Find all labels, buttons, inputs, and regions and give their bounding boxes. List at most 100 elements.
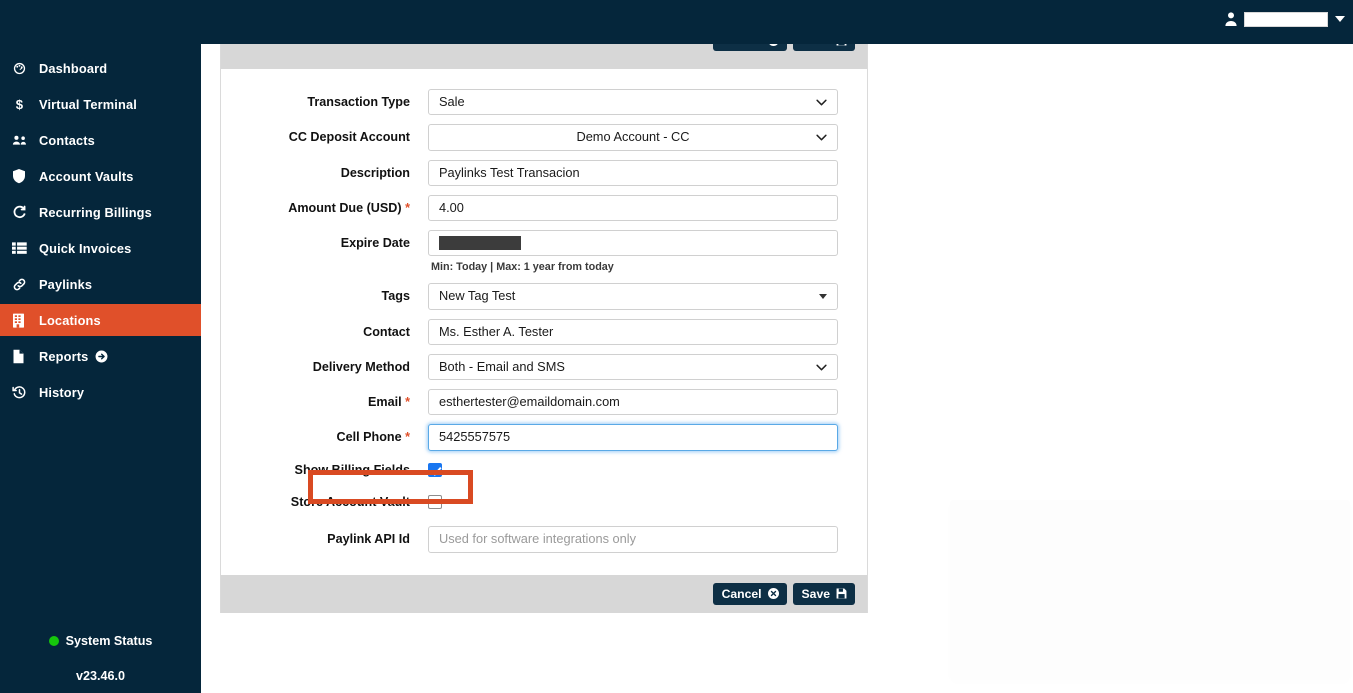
sidebar-item-locations[interactable]: Locations [0, 304, 201, 336]
field-row-cc-deposit-account: CC Deposit Account Demo Account - CC [221, 124, 867, 151]
sidebar-item-paylinks[interactable]: Paylinks [0, 268, 201, 300]
amount-due-field: 4.00 [428, 195, 838, 221]
transaction-type-field: Sale [428, 89, 838, 115]
system-status-label: System Status [65, 634, 153, 648]
background-overlay-artifact [950, 500, 1350, 680]
sidebar-item-account-vaults[interactable]: Account Vaults [0, 160, 201, 192]
sidebar-item-label: Contacts [39, 132, 95, 148]
account-selector-box[interactable] [1244, 11, 1328, 27]
sidebar-item-label: Dashboard [39, 60, 108, 76]
show-billing-fields-field [428, 460, 838, 478]
expire-date-hint: Min: Today | Max: 1 year from today [431, 261, 614, 273]
sidebar-footer: System Status v23.46.0 [0, 634, 201, 693]
contact-input[interactable]: Ms. Esther A. Tester [428, 319, 838, 345]
show-billing-fields-checkbox[interactable] [428, 463, 442, 478]
redacted-value-box [439, 236, 521, 250]
description-value: Paylinks Test Transacion [439, 164, 580, 180]
transaction-type-value: Sale [439, 93, 465, 109]
sidebar-item-label: Virtual Terminal [39, 96, 137, 112]
sidebar-item-label: Reports [39, 348, 89, 364]
cancel-button-bottom-label: Cancel [721, 586, 762, 601]
sidebar-item-label: Account Vaults [39, 168, 134, 184]
amount-due-label: Amount Due (USD) * [221, 195, 428, 221]
required-asterisk: * [405, 395, 410, 409]
sidebar-item-label: Quick Invoices [39, 240, 132, 256]
paylink-api-id-label: Paylink API Id [327, 532, 410, 546]
sidebar-item-reports[interactable]: Reports [0, 340, 201, 372]
field-row-email: Email * esthertester@emaildomain.com [221, 389, 867, 415]
cc-deposit-account-label: CC Deposit Account [288, 130, 410, 144]
sidebar-item-label: Paylinks [39, 276, 93, 292]
cancel-circle-icon [767, 588, 779, 600]
dollar-icon: $ [12, 97, 32, 112]
required-asterisk: * [405, 430, 410, 444]
shield-icon [12, 168, 32, 184]
save-button-bottom-label: Save [801, 586, 830, 601]
delivery-method-label: Delivery Method [312, 360, 410, 374]
version-label: v23.46.0 [75, 669, 126, 683]
panel-top-toolbar: Cancel Save [221, 29, 867, 69]
app-root: Dashboard $ Virtual Terminal Contacts Ac… [0, 0, 1353, 693]
field-row-transaction-type: Transaction Type Sale [221, 89, 867, 115]
cell-phone-label-text: Cell Phone [336, 430, 402, 444]
link-icon [12, 277, 32, 292]
contact-label: Contact [363, 325, 410, 339]
cancel-button-bottom[interactable]: Cancel [712, 582, 787, 606]
email-value: esthertester@emaildomain.com [439, 393, 620, 409]
sidebar-item-contacts[interactable]: Contacts [0, 124, 201, 156]
cc-deposit-account-value: Demo Account - CC [576, 129, 690, 145]
sidebar-item-quick-invoices[interactable]: Quick Invoices [0, 232, 201, 264]
delivery-method-field: Both - Email and SMS [428, 354, 838, 380]
field-row-amount-due: Amount Due (USD) * 4.00 [221, 195, 867, 221]
expire-date-label: Expire Date [340, 236, 410, 250]
delivery-method-select[interactable]: Both - Email and SMS [428, 354, 838, 380]
amount-due-label-text: Amount Due (USD) [288, 201, 402, 215]
cell-phone-label: Cell Phone * [221, 424, 428, 450]
description-input[interactable]: Paylinks Test Transacion [428, 160, 838, 186]
email-input[interactable]: esthertester@emaildomain.com [428, 389, 838, 415]
save-disk-icon [836, 588, 847, 599]
field-row-show-billing-fields: Show Billing Fields [221, 460, 867, 480]
form-body: Transaction Type Sale CC Deposit Account… [221, 69, 867, 575]
tags-select[interactable]: New Tag Test [428, 283, 838, 310]
sidebar-item-label: Recurring Billings [39, 204, 152, 220]
contacts-icon [12, 133, 32, 148]
contact-value: Ms. Esther A. Tester [439, 323, 554, 339]
field-row-contact: Contact Ms. Esther A. Tester [221, 319, 867, 345]
cc-deposit-account-field: Demo Account - CC [428, 124, 838, 151]
amount-due-value: 4.00 [439, 199, 464, 215]
status-dot-icon [48, 636, 59, 646]
expire-date-input[interactable] [428, 230, 838, 256]
email-label-text: Email [367, 395, 402, 409]
sidebar: Dashboard $ Virtual Terminal Contacts Ac… [0, 0, 201, 693]
sidebar-item-virtual-terminal[interactable]: $ Virtual Terminal [0, 88, 201, 120]
transaction-type-select[interactable]: Sale [428, 89, 838, 115]
header-user-menu[interactable] [1224, 11, 1345, 27]
expire-date-field: Min: Today | Max: 1 year from today [428, 230, 838, 273]
document-icon [12, 349, 32, 364]
list-icon [12, 241, 32, 255]
sidebar-item-history[interactable]: History [0, 376, 201, 408]
contact-field: Ms. Esther A. Tester [428, 319, 838, 345]
store-account-vault-checkbox[interactable] [428, 495, 442, 510]
sidebar-item-dashboard[interactable]: Dashboard [0, 52, 201, 84]
email-field: esthertester@emaildomain.com [428, 389, 838, 415]
refresh-icon [12, 205, 32, 220]
sidebar-item-recurring-billings[interactable]: Recurring Billings [0, 196, 201, 228]
save-button-bottom[interactable]: Save [792, 582, 855, 606]
field-row-tags: Tags New Tag Test [221, 283, 867, 310]
cell-phone-field: 5425557575 [428, 424, 838, 451]
system-status[interactable]: System Status [0, 634, 201, 648]
tags-value: New Tag Test [439, 288, 516, 304]
field-row-description: Description Paylinks Test Transacion [221, 160, 867, 186]
cell-phone-input[interactable]: 5425557575 [428, 424, 838, 451]
required-asterisk: * [405, 201, 410, 215]
amount-due-input[interactable]: 4.00 [428, 195, 838, 221]
description-field: Paylinks Test Transacion [428, 160, 838, 186]
field-row-paylink-api-id: Paylink API Id Used for software integra… [221, 526, 867, 553]
tags-field: New Tag Test [428, 283, 838, 310]
svg-text:$: $ [16, 97, 24, 112]
cc-deposit-account-select[interactable]: Demo Account - CC [428, 124, 838, 151]
paylink-api-id-input[interactable]: Used for software integrations only [428, 526, 838, 553]
dashboard-icon [12, 61, 32, 76]
